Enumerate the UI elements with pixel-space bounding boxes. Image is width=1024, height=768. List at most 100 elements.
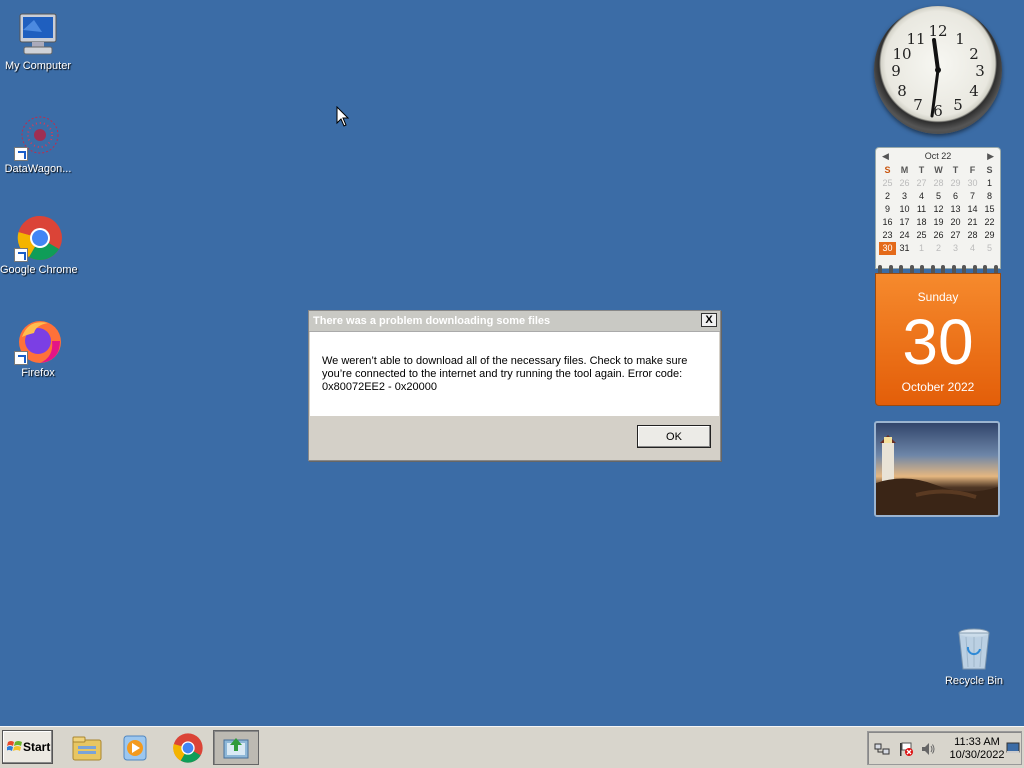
calendar-day-cell[interactable]: 31 [896,242,913,255]
calendar-day-cell[interactable]: 6 [947,190,964,203]
calendar-gadget[interactable]: ◀ Oct 22 ▶ S M T W T F S 25 26 27 28 29 30 1 2 3 4 5 6 7 8 9 1… [875,147,1001,407]
desktop-icon-firefox[interactable]: Firefox [0,317,76,379]
calendar-day-cell[interactable]: 3 [947,242,964,255]
calendar-day-cell[interactable]: 24 [896,229,913,242]
taskbar-file-explorer[interactable] [64,730,110,765]
calendar-day-cell[interactable]: 3 [896,190,913,203]
calendar-day-cell[interactable]: 25 [913,229,930,242]
calendar-day-cell[interactable]: 30 [964,177,981,190]
calendar-day-cell[interactable]: 27 [913,177,930,190]
calendar-month-label: Oct 22 [924,151,952,161]
calendar-day-cell[interactable]: 4 [964,242,981,255]
calendar-day-cell[interactable]: 19 [930,216,947,229]
clock-numeral: 7 [913,96,923,114]
calendar-weekday-header: F [969,165,976,175]
clock-hour-hand [932,38,940,72]
start-button[interactable]: Start [2,730,53,764]
calendar-day-name: Sunday [917,290,959,304]
action-center-flag-icon[interactable] [898,741,914,757]
clock-numeral: 4 [969,82,979,100]
calendar-day-cell[interactable]: 12 [930,203,947,216]
media-creation-tool-icon [223,737,249,758]
clock-numeral: 9 [891,62,901,80]
calendar-weekday-header: S [884,165,891,175]
calendar-weekday-header: W [934,165,943,175]
calendar-day-cell[interactable]: 9 [879,203,896,216]
calendar-day-cell[interactable]: 20 [947,216,964,229]
calendar-day-cell[interactable]: 1 [981,177,998,190]
ok-button[interactable]: OK [637,425,711,448]
taskbar-chrome[interactable] [165,730,211,765]
desktop-icon-recycle-bin[interactable]: Recycle Bin [936,625,1012,687]
calendar-day-cell[interactable]: 16 [879,216,896,229]
taskbar-media-creation-tool[interactable] [213,730,259,765]
datawagon-icon [14,113,62,161]
calendar-day-cell[interactable]: 13 [947,203,964,216]
calendar-day-cell[interactable]: 2 [879,190,896,203]
calendar-day-cell[interactable]: 28 [930,177,947,190]
calendar-day-cell[interactable]: 14 [964,203,981,216]
calendar-day-cell[interactable]: 26 [896,177,913,190]
calendar-day-cell[interactable]: 21 [964,216,981,229]
clock-gadget[interactable]: 12 1 2 3 4 5 6 7 8 9 10 11 [874,6,1002,134]
calendar-day-cell[interactable]: 4 [913,190,930,203]
calendar-day-cell[interactable]: 5 [930,190,947,203]
mouse-cursor-icon [336,106,350,127]
calendar-next-arrow-icon[interactable]: ▶ [987,151,994,162]
shortcut-arrow-icon [14,147,28,161]
calendar-day-cell[interactable]: 26 [930,229,947,242]
calendar-weekday-header: M [900,165,909,175]
error-dialog: There was a problem downloading some fil… [308,310,721,461]
desktop-icon-google-chrome[interactable]: Google Chrome [0,214,78,276]
dialog-title: There was a problem downloading some fil… [313,315,551,327]
calendar-day-cell[interactable]: 2 [930,242,947,255]
taskbar-media-player[interactable] [112,730,158,765]
tray-time: 11:33 AM [954,736,1000,748]
calendar-day-cell[interactable]: 8 [981,190,998,203]
calendar-day-cell[interactable]: 5 [981,242,998,255]
calendar-day-cell[interactable]: 11 [913,203,930,216]
calendar-prev-arrow-icon[interactable]: ◀ [882,151,889,162]
calendar-day-cell[interactable]: 10 [896,203,913,216]
dialog-title-bar[interactable]: There was a problem downloading some fil… [309,311,720,332]
desktop-icon-my-computer[interactable]: My Computer [0,10,76,72]
calendar-day-cell[interactable]: 28 [964,229,981,242]
calendar-day-cell[interactable]: 23 [879,229,896,242]
calendar-day-cell[interactable]: 29 [981,229,998,242]
calendar-day-cell[interactable]: 27 [947,229,964,242]
network-icon[interactable] [874,741,890,757]
calendar-day-cell[interactable]: 15 [981,203,998,216]
volume-icon[interactable] [920,741,936,757]
show-desktop-icon[interactable] [1006,742,1020,754]
desktop-icon-label: Recycle Bin [944,675,1004,687]
calendar-day-cell[interactable]: 29 [947,177,964,190]
calendar-day-cell[interactable]: 22 [981,216,998,229]
calendar-month-view: ◀ Oct 22 ▶ S M T W T F S 25 26 27 28 29 30 1 2 3 4 5 6 7 8 9 1… [875,147,1001,269]
system-tray: 11:33 AM 10/30/2022 [867,731,1022,765]
calendar-day-cell[interactable]: 25 [879,177,896,190]
desktop-icon-datawagon[interactable]: DataWagon... [0,113,76,175]
chrome-icon [14,214,62,262]
windows-logo-icon [7,741,22,751]
clock-numeral: 12 [928,22,947,40]
calendar-day-cell[interactable]: 18 [913,216,930,229]
lighthouse-photo [876,435,998,515]
calendar-day-cell[interactable]: 17 [896,216,913,229]
clock-display[interactable]: 11:33 AM 10/30/2022 [946,736,1008,762]
shortcut-arrow-icon [14,351,28,365]
calendar-day-cell[interactable]: 7 [964,190,981,203]
firefox-icon [14,317,62,365]
close-icon[interactable]: X [701,313,717,327]
clock-numeral: 1 [955,30,965,48]
calendar-day-today[interactable]: 30 [879,242,896,255]
calendar-grid: S M T W T F S 25 26 27 28 29 30 1 2 3 4 5 6 7 8 9 10 11 12 13 14 15… [879,164,1000,255]
dialog-message: We weren’t able to download all of the n… [310,332,719,416]
media-player-icon [123,735,147,760]
tray-date: 10/30/2022 [949,749,1005,761]
desktop-icon-label: My Computer [4,60,72,72]
computer-icon [14,10,62,58]
calendar-day-cell[interactable]: 1 [913,242,930,255]
clock-face: 12 1 2 3 4 5 6 7 8 9 10 11 [891,22,985,120]
calendar-weekday-header: T [918,165,925,175]
slideshow-gadget[interactable] [874,421,1000,517]
